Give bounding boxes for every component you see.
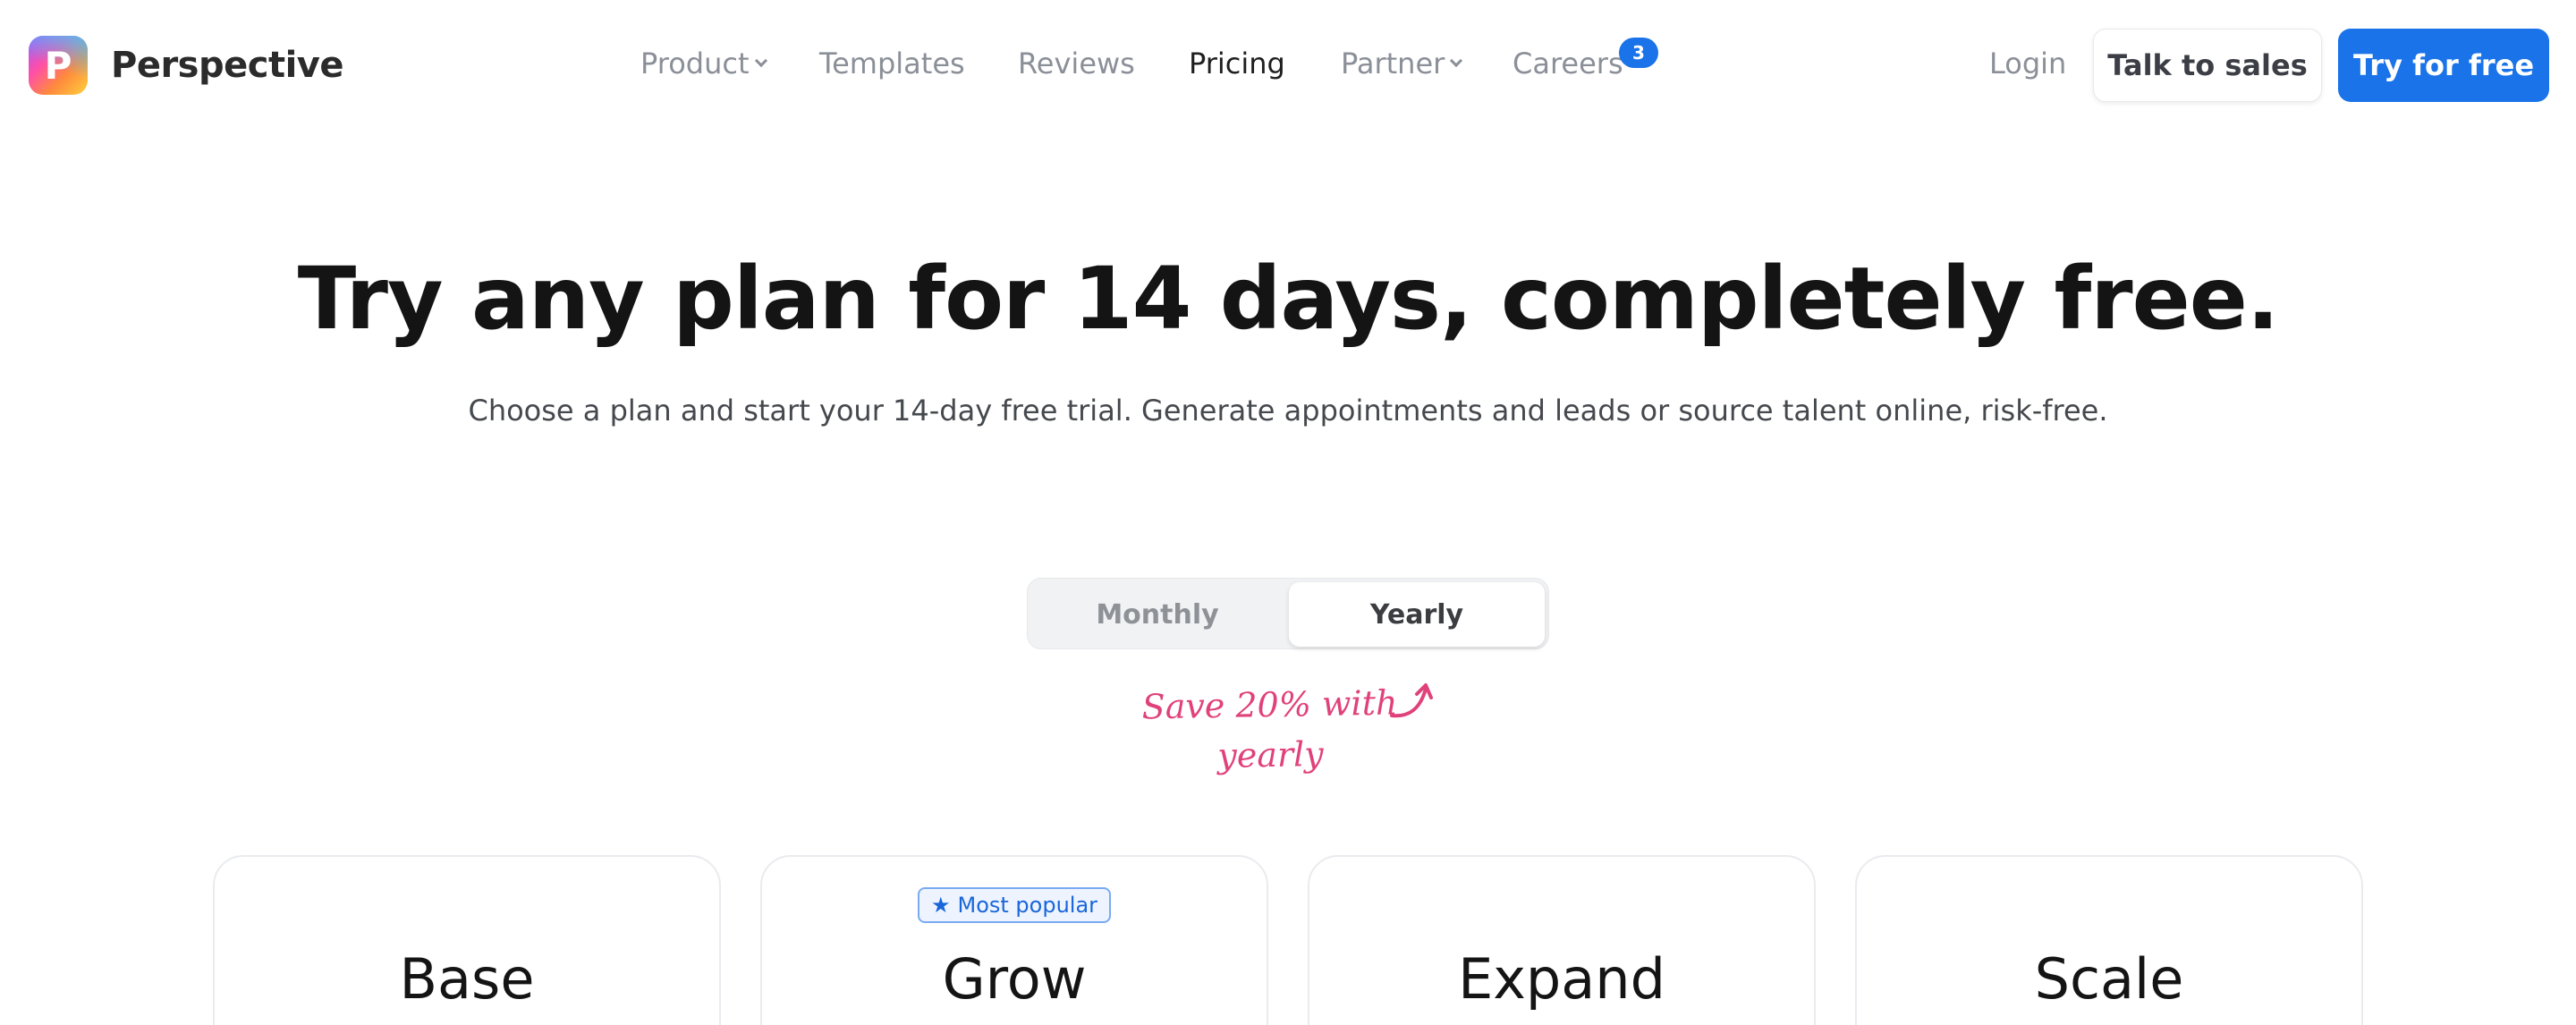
plan-card-grow: Grow: [760, 855, 1268, 1025]
nav-templates-label: Templates: [819, 47, 965, 80]
nav-reviews[interactable]: Reviews: [1018, 47, 1135, 80]
plan-name: Scale: [2034, 946, 2184, 1012]
chevron-down-icon: [1450, 54, 1463, 68]
page-subtitle: Choose a plan and start your 14-day free…: [468, 394, 2108, 428]
perspective-logo-icon[interactable]: P: [29, 36, 88, 95]
plan-card-expand: Expand: [1308, 855, 1816, 1025]
plan-card-base: Base: [213, 855, 721, 1025]
toggle-yearly[interactable]: Yearly: [1289, 582, 1545, 647]
nav-reviews-label: Reviews: [1018, 47, 1135, 80]
site-header: P Perspective Product Templates Reviews …: [0, 0, 2576, 131]
chevron-down-icon: [754, 54, 767, 68]
try-for-free-button[interactable]: Try for free: [2338, 29, 2549, 102]
plan-card-scale: Scale: [1855, 855, 2363, 1025]
nav-partner-label: Partner: [1341, 47, 1445, 80]
nav-product[interactable]: Product: [640, 47, 767, 80]
billing-period-toggle: Monthly Yearly: [1027, 578, 1549, 649]
star-icon: ★: [930, 893, 951, 918]
curved-arrow-icon: [1390, 683, 1433, 718]
nav-pricing-label: Pricing: [1189, 47, 1285, 80]
toggle-monthly[interactable]: Monthly: [1028, 579, 1287, 650]
plan-name: Expand: [1458, 946, 1665, 1012]
login-link[interactable]: Login: [1989, 47, 2066, 80]
nav-careers-label: Careers: [1513, 47, 1623, 80]
save-annotation-line1: Save 20% with: [1141, 682, 1398, 727]
logo-letter: P: [44, 43, 72, 88]
plan-name: Grow: [942, 946, 1087, 1012]
plan-name: Base: [399, 946, 535, 1012]
page-title: Try any plan for 14 days, completely fre…: [297, 249, 2280, 349]
nav-pricing[interactable]: Pricing: [1189, 47, 1285, 80]
save-annotation: Save 20% with yearly: [1135, 677, 1405, 782]
nav-careers[interactable]: Careers: [1513, 47, 1623, 80]
nav-product-label: Product: [640, 47, 750, 80]
most-popular-badge: ★ Most popular: [918, 887, 1111, 923]
nav-partner[interactable]: Partner: [1341, 47, 1463, 80]
brand-name[interactable]: Perspective: [111, 45, 344, 86]
save-annotation-line2: yearly: [1216, 733, 1325, 776]
talk-to-sales-button[interactable]: Talk to sales: [2093, 29, 2322, 102]
most-popular-label: Most popular: [957, 893, 1098, 918]
careers-count-badge: 3: [1619, 38, 1658, 68]
nav-templates[interactable]: Templates: [819, 47, 965, 80]
